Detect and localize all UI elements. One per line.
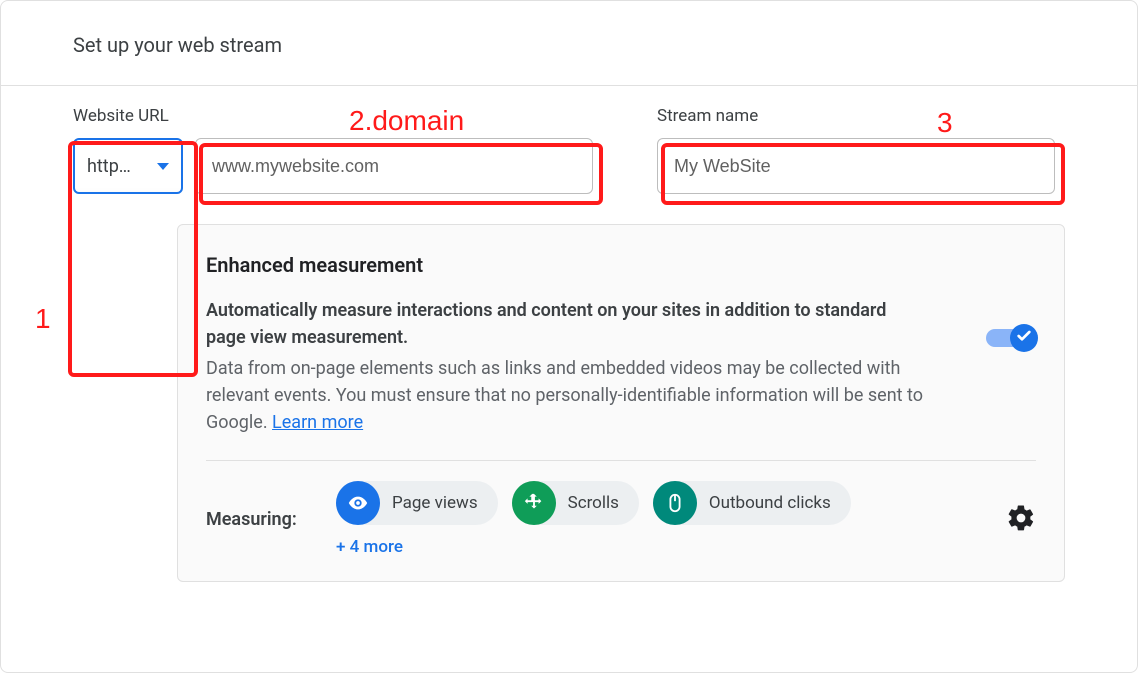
scroll-icon: [512, 481, 556, 525]
enhanced-title: Enhanced measurement: [206, 253, 1036, 277]
card-divider: [206, 460, 1036, 461]
check-icon: [1016, 328, 1032, 348]
setup-web-stream-panel: Set up your web stream Website URL http……: [0, 0, 1138, 673]
mouse-icon: [653, 481, 697, 525]
measuring-label: Measuring:: [206, 509, 336, 530]
stream-name-label: Stream name: [657, 106, 1055, 126]
url-input-row: http… http:// https://: [73, 138, 593, 194]
stream-name-group: Stream name: [657, 106, 1055, 194]
enhanced-toggle[interactable]: [986, 325, 1036, 351]
enhanced-subtitle: Automatically measure interactions and c…: [206, 297, 926, 351]
chevron-down-icon: [157, 163, 169, 170]
learn-more-link[interactable]: Learn more: [272, 412, 363, 433]
measuring-row: Measuring: Page views Scrolls: [206, 481, 1036, 557]
protocol-select-value: http…: [87, 156, 151, 177]
website-url-input[interactable]: [195, 138, 593, 194]
eye-icon: [336, 481, 380, 525]
settings-button[interactable]: [1006, 503, 1036, 533]
page-title: Set up your web stream: [73, 33, 1137, 57]
gear-icon: [1006, 518, 1036, 537]
panel-header: Set up your web stream: [1, 1, 1137, 86]
toggle-knob: [1010, 324, 1038, 352]
website-url-group: Website URL http… http:// https://: [73, 106, 593, 194]
measurement-chips: Page views Scrolls Outbound clicks: [336, 481, 851, 525]
enhanced-measurement-card: Enhanced measurement Automatically measu…: [177, 224, 1065, 582]
chip-label: Scrolls: [568, 493, 619, 513]
protocol-select[interactable]: http… http:// https://: [73, 138, 183, 194]
annotation-label-1: 1: [35, 303, 51, 335]
chip-label: Outbound clicks: [709, 493, 831, 513]
chips-wrap: Page views Scrolls Outbound clicks: [336, 481, 851, 557]
enhanced-description: Data from on-page elements such as links…: [206, 355, 946, 436]
website-url-label: Website URL: [73, 106, 593, 126]
spacer: [593, 106, 657, 194]
chip-scrolls: Scrolls: [512, 481, 639, 525]
more-chips-link[interactable]: + 4 more: [336, 537, 851, 557]
chip-page-views: Page views: [336, 481, 498, 525]
form-row: Website URL http… http:// https:// Strea…: [1, 86, 1137, 194]
chip-outbound-clicks: Outbound clicks: [653, 481, 851, 525]
stream-name-input[interactable]: [657, 138, 1055, 194]
chip-label: Page views: [392, 493, 478, 513]
